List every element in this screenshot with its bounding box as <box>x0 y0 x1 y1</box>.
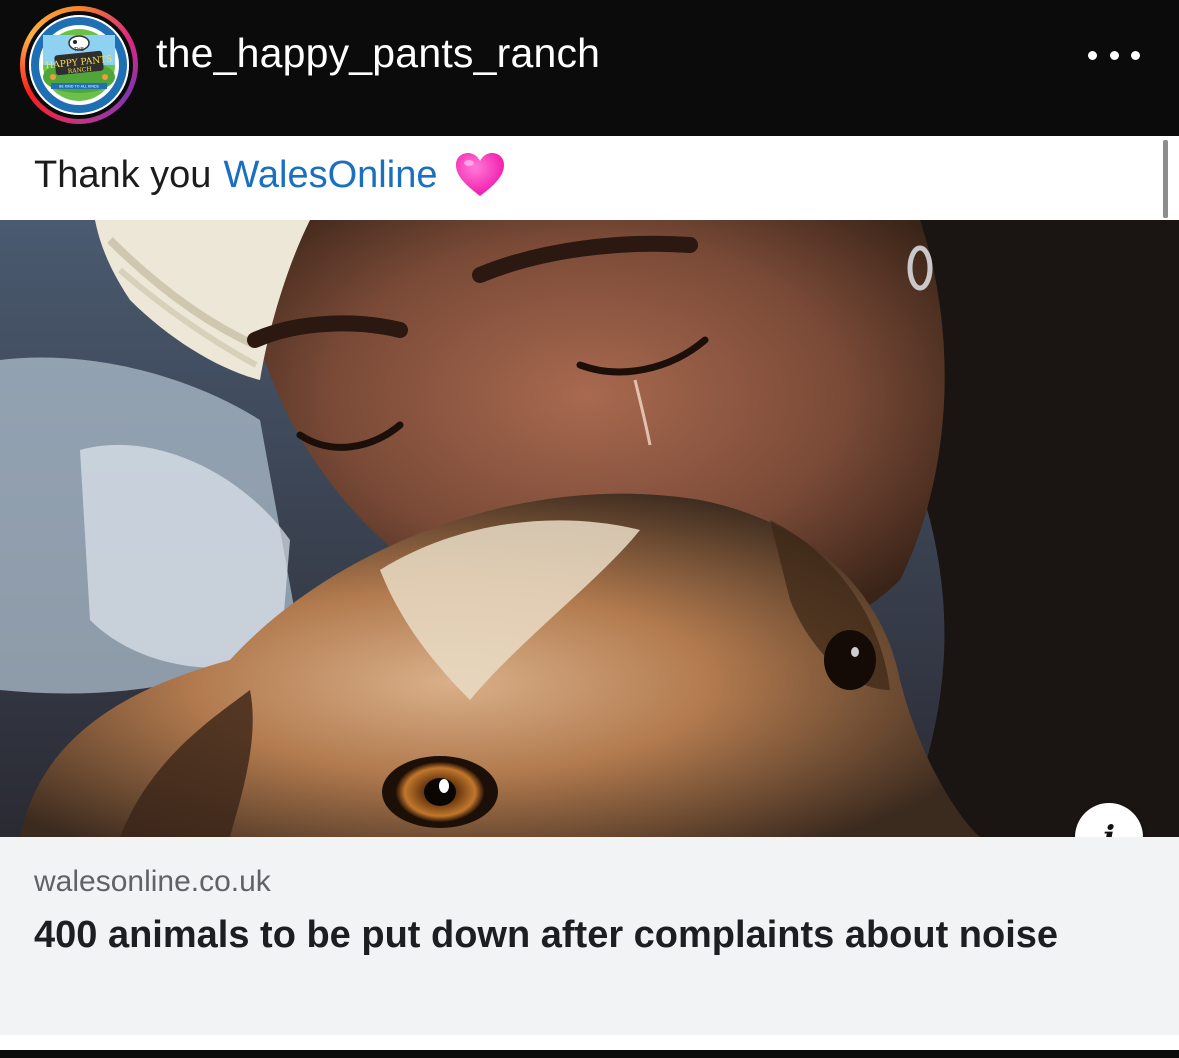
post-content: Thank you WalesOnline walesonline.co.uk … <box>0 136 1179 1050</box>
pink-heart-icon <box>456 153 505 196</box>
happy-pants-ranch-logo-icon: HAPPY PANTS RANCH THE BE KIND TO ALL KIN… <box>29 15 129 115</box>
avatar[interactable]: HAPPY PANTS RANCH THE BE KIND TO ALL KIN… <box>29 15 129 115</box>
article-image[interactable] <box>0 220 1179 837</box>
dot-icon <box>1088 50 1097 60</box>
link-domain: walesonline.co.uk <box>34 865 271 898</box>
story-ring[interactable]: HAPPY PANTS RANCH THE BE KIND TO ALL KIN… <box>20 6 138 124</box>
bottom-bar <box>0 1050 1179 1058</box>
username[interactable]: the_happy_pants_ranch <box>156 30 600 77</box>
caption-text: Thank you <box>34 153 212 196</box>
dot-icon <box>1131 50 1140 60</box>
link-headline[interactable]: 400 animals to be put down after complai… <box>34 909 1074 962</box>
svg-text:BE KIND TO ALL KINDS: BE KIND TO ALL KINDS <box>59 85 100 89</box>
svg-text:THE: THE <box>73 47 84 53</box>
post-caption: Thank you WalesOnline <box>34 152 505 198</box>
woman-hugging-dog-photo <box>0 220 1179 837</box>
link-preview-card[interactable]: walesonline.co.uk 400 animals to be put … <box>0 837 1179 1035</box>
post-header: HAPPY PANTS RANCH THE BE KIND TO ALL KIN… <box>0 0 1179 136</box>
caption-link-walesonline[interactable]: WalesOnline <box>223 154 437 197</box>
dot-icon <box>1109 50 1119 60</box>
scrollbar[interactable] <box>1163 140 1168 218</box>
more-options-button[interactable] <box>1088 44 1140 66</box>
